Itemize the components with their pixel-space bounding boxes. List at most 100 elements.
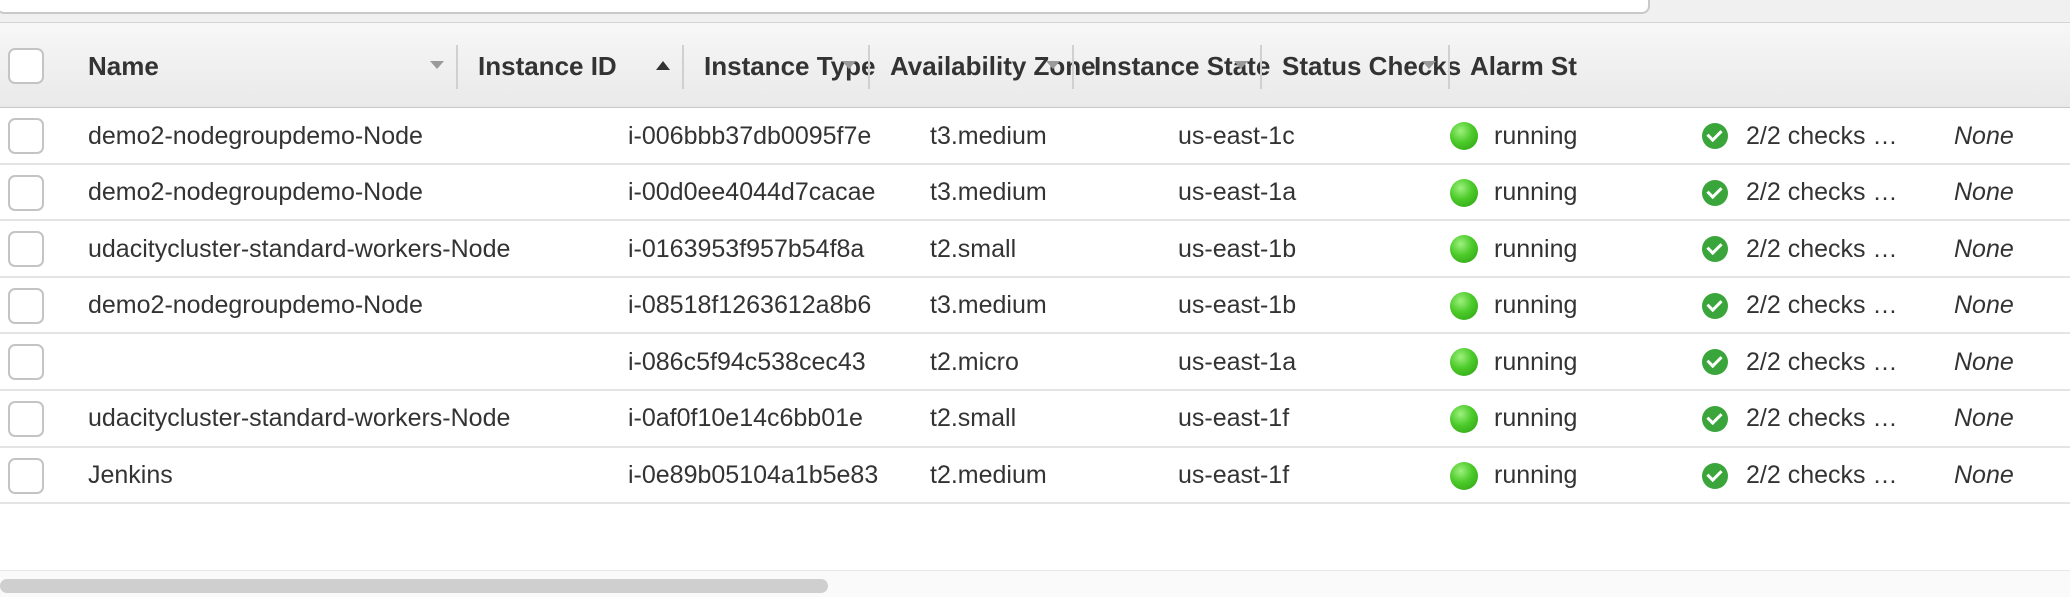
scrollbar-thumb[interactable] (0, 579, 828, 593)
sort-triangle-icon (842, 61, 856, 69)
cell-alarm-status[interactable]: None (1954, 391, 2064, 447)
cell-name: Jenkins (88, 461, 173, 490)
green-check-circle-icon (1702, 405, 1728, 432)
cell-status-checks[interactable]: 2/2 checks passed (1702, 278, 1912, 334)
cell-instance-id: i-00d0ee4044d7cacae (628, 165, 890, 221)
table-row[interactable]: udacitycluster-standard-workers-Node i-0a… (0, 390, 2070, 448)
status-checks-text[interactable]: 2/2 checks passed (1746, 235, 1910, 264)
cell-name: demo2-nodegroupdemo-Node (88, 291, 423, 320)
cell-instance-state: running (1450, 391, 1670, 447)
table-row[interactable]: demo2-nodegroupdemo-Node i-08518f1263612a… (0, 277, 2070, 335)
cell-alarm-status[interactable]: None (1954, 278, 2064, 334)
cell-name: demo2-nodegroupdemo-Node (88, 178, 423, 207)
cell-status-checks[interactable]: 2/2 checks passed (1702, 334, 1912, 390)
table-row[interactable]: demo2-nodegroupdemo-Node i-00d0ee4044d7ca… (0, 164, 2070, 222)
cell-alarm-status[interactable]: None (1954, 221, 2064, 277)
cell-availability-zone: us-east-1a (1178, 178, 1297, 207)
cell-instance-id: i-006bbb37db0095f7e (628, 108, 890, 164)
cell-name: udacitycluster-standard-workers-Node (88, 234, 511, 263)
table-row[interactable]: Jenkins i-0e89b05104a1b5e83 t2.medium us-ea… (0, 447, 2070, 505)
cell-status-checks[interactable]: 2/2 checks passed (1702, 165, 1912, 221)
cell-instance-type: t2.small (930, 404, 1017, 433)
sort-triangle-icon (1234, 61, 1248, 69)
horizontal-scrollbar[interactable] (0, 570, 2070, 597)
row-checkbox[interactable] (8, 118, 44, 154)
cell-instance-type: t2.micro (930, 347, 1019, 376)
cell-instance-state: running (1450, 448, 1670, 504)
instances-table-body: demo2-nodegroupdemo-Node i-006bbb37db0095… (0, 108, 2070, 505)
table-row[interactable]: i-086c5f94c538cec43 t2.micro us-east-1a run… (0, 334, 2070, 391)
row-checkbox[interactable] (8, 344, 44, 381)
cell-name: demo2-nodegroupdemo-Node (88, 121, 423, 150)
instance-state-text: running (1494, 291, 1578, 320)
column-header-label: Name (88, 50, 159, 81)
sort-triangle-icon (1422, 61, 1436, 69)
cell-availability-zone: us-east-1f (1178, 461, 1290, 490)
cell-status-checks[interactable]: 2/2 checks passed (1702, 391, 1912, 447)
cell-availability-zone: us-east-1c (1178, 121, 1295, 150)
instance-id-text: i-08518f1263612a8b6 (628, 291, 872, 320)
status-checks-text[interactable]: 2/2 checks passed (1746, 404, 1910, 433)
cell-instance-id: i-0163953f957b54f8a (628, 221, 890, 277)
cell-status-checks[interactable]: 2/2 checks passed (1702, 221, 1912, 277)
sort-triangle-icon (1046, 61, 1060, 69)
green-check-circle-icon (1702, 236, 1728, 263)
instance-id-text: i-0af0f10e14c6bb01e (628, 404, 863, 433)
row-checkbox[interactable] (8, 457, 44, 494)
cell-instance-type: t3.medium (930, 178, 1047, 207)
green-status-dot-icon (1450, 348, 1478, 377)
instance-state-text: running (1494, 178, 1578, 207)
table-row[interactable]: udacitycluster-standard-workers-Node i-01… (0, 221, 2070, 278)
row-checkbox[interactable] (8, 400, 44, 437)
column-header-instance-id[interactable]: Instance ID (458, 23, 684, 109)
row-checkbox[interactable] (8, 231, 44, 268)
column-header-availability-zone[interactable]: Availability Zone (870, 23, 1096, 109)
cell-instance-type: t2.small (930, 234, 1017, 263)
cell-instance-id: i-086c5f94c538cec43 (628, 334, 890, 390)
status-checks-text[interactable]: 2/2 checks passed (1746, 348, 1910, 377)
column-header-status-checks[interactable]: Status Checks (1262, 23, 1461, 109)
green-status-dot-icon (1450, 404, 1478, 433)
cell-instance-id: i-08518f1263612a8b6 (628, 278, 890, 334)
cell-instance-state: running (1450, 334, 1670, 390)
row-checkbox[interactable] (8, 287, 44, 324)
instance-state-text: running (1494, 234, 1578, 263)
instance-id-text: i-0e89b05104a1b5e83 (628, 461, 879, 490)
column-header-name[interactable]: Name (68, 23, 458, 109)
cell-availability-zone: us-east-1a (1178, 347, 1297, 376)
cell-instance-state: running (1450, 108, 1670, 164)
instance-state-text: running (1494, 121, 1578, 150)
status-checks-text[interactable]: 2/2 checks passed (1746, 122, 1910, 151)
cell-alarm-status[interactable]: None (1954, 448, 2064, 504)
cell-availability-zone: us-east-1b (1178, 234, 1297, 263)
cell-alarm-status[interactable]: None (1954, 108, 2064, 164)
column-header-instance-type[interactable]: Instance Type (684, 23, 875, 109)
status-checks-text[interactable]: 2/2 checks passed (1746, 178, 1910, 207)
cell-alarm-status[interactable]: None (1954, 165, 2064, 221)
cell-instance-state: running (1450, 221, 1670, 277)
select-all-checkbox[interactable] (8, 48, 44, 84)
column-header-label: Instance ID (478, 50, 617, 81)
column-header-instance-state[interactable]: Instance State (1074, 23, 1270, 109)
instance-id-text: i-00d0ee4044d7cacae (628, 178, 876, 207)
filter-search-input[interactable] (0, 0, 1650, 14)
green-check-circle-icon (1702, 292, 1728, 319)
cell-status-checks[interactable]: 2/2 checks passed (1702, 108, 1912, 164)
status-checks-text[interactable]: 2/2 checks passed (1746, 461, 1910, 490)
table-row[interactable]: demo2-nodegroupdemo-Node i-006bbb37db0095… (0, 108, 2070, 165)
cell-status-checks[interactable]: 2/2 checks passed (1702, 448, 1912, 504)
column-header-alarm-status[interactable]: Alarm St (1450, 23, 2070, 109)
green-check-circle-icon (1702, 123, 1728, 149)
instance-id-text: i-086c5f94c538cec43 (628, 347, 866, 376)
green-check-circle-icon (1702, 179, 1728, 206)
cell-alarm-status[interactable]: None (1954, 334, 2064, 390)
status-checks-text[interactable]: 2/2 checks passed (1746, 291, 1910, 320)
column-header-label: Availability Zone (890, 50, 1096, 81)
cell-instance-id: i-0e89b05104a1b5e83 (628, 448, 890, 504)
green-status-dot-icon (1450, 461, 1478, 490)
cell-availability-zone: us-east-1f (1178, 404, 1290, 433)
table-header: Name Instance ID Instance Type Availabil… (0, 22, 2070, 108)
column-header-label: Alarm St (1470, 50, 1577, 81)
cell-instance-state: running (1450, 278, 1670, 334)
row-checkbox[interactable] (8, 174, 44, 211)
